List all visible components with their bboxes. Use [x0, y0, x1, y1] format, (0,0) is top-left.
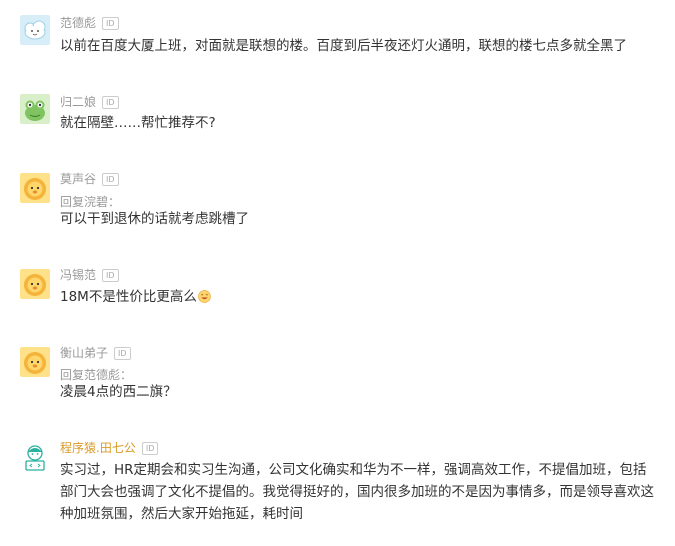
comment-text: 实习过，HR定期会和实习生沟通，公司文化确实和华为不一样，强调高效工作，不提倡加…: [60, 462, 654, 522]
username[interactable]: 冯锡范: [60, 268, 96, 282]
id-badge[interactable]: ID: [141, 442, 159, 455]
lion-avatar-icon[interactable]: [20, 173, 50, 203]
comment-header: 范德彪 ID: [60, 15, 119, 31]
id-badge[interactable]: ID: [102, 173, 119, 186]
id-badge[interactable]: ID: [102, 96, 119, 109]
comment-text: 18M不是性价比更高么: [60, 289, 197, 305]
laugh-emoji-icon: [198, 290, 211, 303]
id-badge[interactable]: ID: [114, 347, 131, 360]
id-badge[interactable]: ID: [102, 269, 119, 282]
lion-avatar-icon[interactable]: [20, 269, 50, 299]
id-badge[interactable]: ID: [102, 17, 119, 30]
comment-text: 以前在百度大厦上班，对面就是联想的楼。百度到后半夜还灯火通明，联想的楼七点多就全…: [60, 38, 627, 54]
username[interactable]: 莫声谷: [60, 172, 96, 186]
comment-header: 衡山弟子 ID: [60, 345, 131, 361]
comment-text: 凌晨4点的西二旗？: [60, 384, 177, 400]
coder-avatar-icon[interactable]: [20, 442, 50, 472]
cloud-avatar-icon[interactable]: [20, 15, 50, 45]
username[interactable]: 归二娘: [60, 95, 96, 109]
comment-text-wrapper: 18M不是性价比更高么: [60, 286, 660, 308]
comment-header: 冯锡范 ID: [60, 267, 119, 283]
comment-header: 程序猿.田七公 ID: [60, 440, 159, 456]
comment-header: 归二娘 ID: [60, 94, 119, 110]
username[interactable]: 范德彪: [60, 16, 96, 30]
username[interactable]: 衡山弟子: [60, 346, 108, 360]
frog-avatar-icon[interactable]: [20, 94, 50, 124]
username[interactable]: 程序猿.田七公: [60, 441, 136, 455]
comment-list: 范德彪 ID 以前在百度大厦上班，对面就是联想的楼。百度到后半夜还灯火通明，联想的…: [0, 0, 675, 546]
lion-avatar-icon[interactable]: [20, 347, 50, 377]
comment-text: 就在隔壁……帮忙推荐不?: [60, 115, 216, 131]
comment-header: 莫声谷 ID: [60, 171, 119, 187]
comment-text: 可以干到退休的话就考虑跳槽了: [60, 211, 249, 227]
